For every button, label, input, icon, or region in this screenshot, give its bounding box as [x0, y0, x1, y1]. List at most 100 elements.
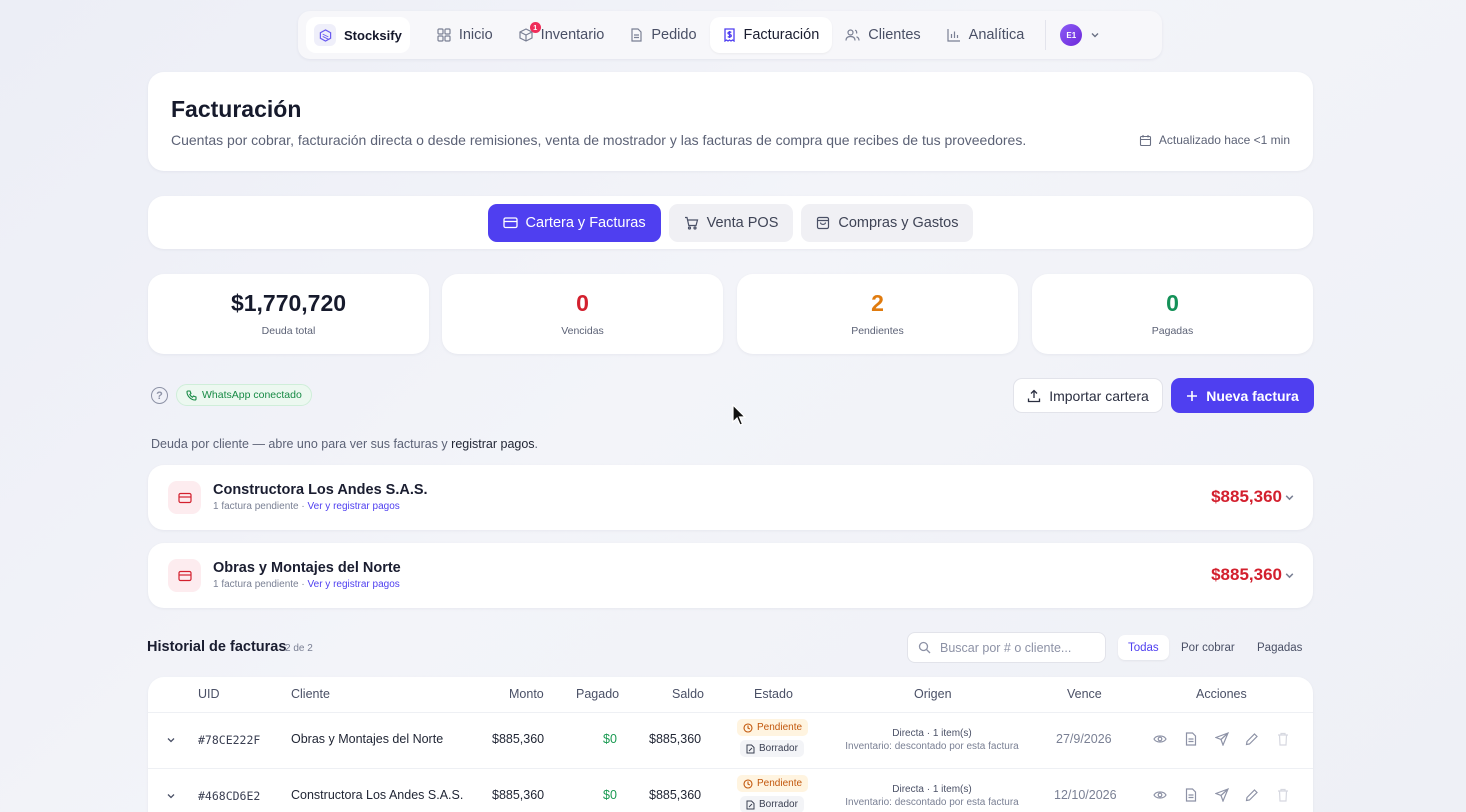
filter-todas[interactable]: Todas	[1118, 635, 1169, 660]
invoice-client: Obras y Montajes del Norte	[291, 732, 444, 746]
clock-icon	[743, 722, 753, 733]
last-updated-text: Actualizado hace <1 min	[1158, 133, 1290, 147]
column-header: Pagado	[576, 687, 620, 701]
nav-divider	[1045, 20, 1047, 50]
new-invoice-label: Nueva factura	[1206, 387, 1299, 404]
plus-icon	[1186, 390, 1198, 402]
client-sub-text: 1 factura pendiente ·	[213, 501, 308, 512]
whatsapp-status-badge[interactable]: WhatsApp conectado	[176, 384, 312, 406]
calendar-icon	[1139, 134, 1152, 147]
status-badge: Pendiente	[737, 719, 809, 736]
nav-label: Clientes	[868, 27, 921, 43]
nav-item-pedido[interactable]: Pedido	[617, 17, 709, 53]
nav-item-clientes[interactable]: Clientes	[832, 17, 933, 53]
tab-label: Cartera y Facturas	[525, 214, 646, 231]
trash-icon[interactable]	[1277, 732, 1289, 746]
history-title: Historial de facturas	[147, 639, 287, 655]
stat-pendientes: 2 Pendientes	[737, 274, 1018, 354]
column-header: Cliente	[291, 687, 330, 701]
invoice-uid: #78CE222F	[198, 733, 261, 747]
tab-venta-pos[interactable]: Venta POS	[668, 203, 794, 242]
client-debt-card[interactable]: Obras y Montajes del Norte 1 factura pen…	[148, 543, 1313, 608]
draft-badge: Borrador	[740, 740, 804, 757]
column-header: UID	[198, 687, 220, 701]
tab-compras-gastos[interactable]: Compras y Gastos	[801, 203, 974, 242]
invoice-client: Constructora Los Andes S.A.S.	[291, 788, 464, 802]
column-header: Monto	[509, 687, 544, 701]
filter-por-cobrar[interactable]: Por cobrar	[1171, 635, 1245, 660]
debt-intro-text: Deuda por cliente — abre uno para ver su…	[151, 437, 452, 451]
client-name: Obras y Montajes del Norte	[213, 560, 401, 576]
trash-icon[interactable]	[1277, 788, 1289, 802]
page-title: Facturación	[171, 96, 302, 122]
debt-intro-end: .	[534, 437, 539, 451]
history-count: 2 de 2	[285, 643, 313, 654]
send-icon[interactable]	[1215, 788, 1229, 802]
help-icon[interactable]: ?	[151, 387, 168, 404]
edit-pencil-icon[interactable]	[1245, 788, 1259, 802]
mouse-cursor-icon	[732, 404, 748, 428]
invoice-paid: $0	[603, 732, 617, 746]
upload-icon	[1027, 389, 1041, 403]
page-description: Cuentas por cobrar, facturación directa …	[171, 132, 1027, 148]
draft-text: Borrador	[759, 799, 798, 810]
top-nav: Stocksify Inicio 1 Inventario Pedido Fac…	[298, 11, 1162, 59]
filter-pagadas[interactable]: Pagadas	[1247, 635, 1312, 660]
tab-cartera-facturas[interactable]: Cartera y Facturas	[487, 203, 661, 242]
view-register-payments-link[interactable]: Ver y registrar pagos	[308, 501, 400, 512]
status-text: Pendiente	[757, 778, 803, 789]
client-sub-text: 1 factura pendiente ·	[213, 579, 308, 590]
nav-item-inicio[interactable]: Inicio	[424, 17, 506, 53]
status-badge: Pendiente	[737, 775, 809, 792]
client-debt-card[interactable]: Constructora Los Andes S.A.S. 1 factura …	[148, 465, 1313, 530]
pdf-document-icon[interactable]	[1185, 788, 1197, 802]
invoice-origin: Directa · 1 item(s) Inventario: desconta…	[822, 783, 1042, 809]
cart-icon	[684, 216, 699, 230]
column-header: Origen	[914, 687, 952, 701]
stat-value: $1,770,720	[230, 290, 347, 316]
edit-pencil-icon[interactable]	[1245, 732, 1259, 746]
grid-icon	[437, 28, 451, 42]
debt-intro: Deuda por cliente — abre uno para ver su…	[151, 437, 538, 451]
stat-value: 2	[871, 290, 884, 316]
origin-note: Inventario: descontado por esta factura	[845, 741, 1019, 752]
invoice-balance: $885,360	[649, 788, 702, 802]
table-row[interactable]: #468CD6E2 Constructora Los Andes S.A.S. …	[148, 768, 1313, 812]
stat-vencidas: 0 Vencidas	[442, 274, 723, 354]
tab-label: Venta POS	[706, 214, 779, 231]
client-amount: $885,360	[1211, 565, 1282, 584]
import-button[interactable]: Importar cartera	[1013, 378, 1163, 413]
pdf-document-icon[interactable]	[1185, 732, 1197, 746]
invoice-amount: $885,360	[492, 788, 545, 802]
chevron-down-icon[interactable]	[166, 735, 176, 745]
whatsapp-status-text: WhatsApp conectado	[202, 389, 302, 401]
nav-label: Pedido	[651, 27, 697, 43]
brand[interactable]: Stocksify	[306, 17, 410, 53]
nav-item-inventario[interactable]: 1 Inventario	[506, 17, 618, 53]
send-icon[interactable]	[1215, 732, 1229, 746]
client-name: Constructora Los Andes S.A.S.	[213, 482, 428, 498]
client-amount: $885,360	[1211, 487, 1282, 506]
shopping-bag-icon	[816, 216, 830, 230]
stocksify-logo-icon	[314, 24, 336, 46]
chevron-down-icon[interactable]	[1284, 570, 1295, 581]
chevron-down-icon[interactable]	[1284, 492, 1295, 503]
view-eye-icon[interactable]	[1153, 733, 1167, 745]
client-summary: 1 factura pendiente · Ver y registrar pa…	[213, 579, 400, 590]
users-icon	[845, 28, 860, 42]
search-icon	[918, 641, 931, 654]
table-row[interactable]: #78CE222F Obras y Montajes del Norte $88…	[148, 712, 1313, 768]
view-eye-icon[interactable]	[1153, 789, 1167, 801]
user-menu[interactable]: E1	[1054, 24, 1106, 46]
nav-item-analitica[interactable]: Analítica	[934, 17, 1038, 53]
credit-card-icon	[168, 559, 201, 592]
chevron-down-icon[interactable]	[166, 791, 176, 801]
nav-item-facturacion[interactable]: Facturación	[709, 17, 833, 53]
new-invoice-button[interactable]: Nueva factura	[1171, 378, 1314, 413]
search-input[interactable]: Buscar por # o cliente...	[907, 632, 1106, 663]
debt-intro-bold: registrar pagos	[451, 437, 535, 451]
invoice-amount: $885,360	[492, 732, 545, 746]
origin-note: Inventario: descontado por esta factura	[845, 797, 1019, 808]
chevron-down-icon	[1090, 30, 1100, 40]
view-register-payments-link[interactable]: Ver y registrar pagos	[308, 579, 400, 590]
